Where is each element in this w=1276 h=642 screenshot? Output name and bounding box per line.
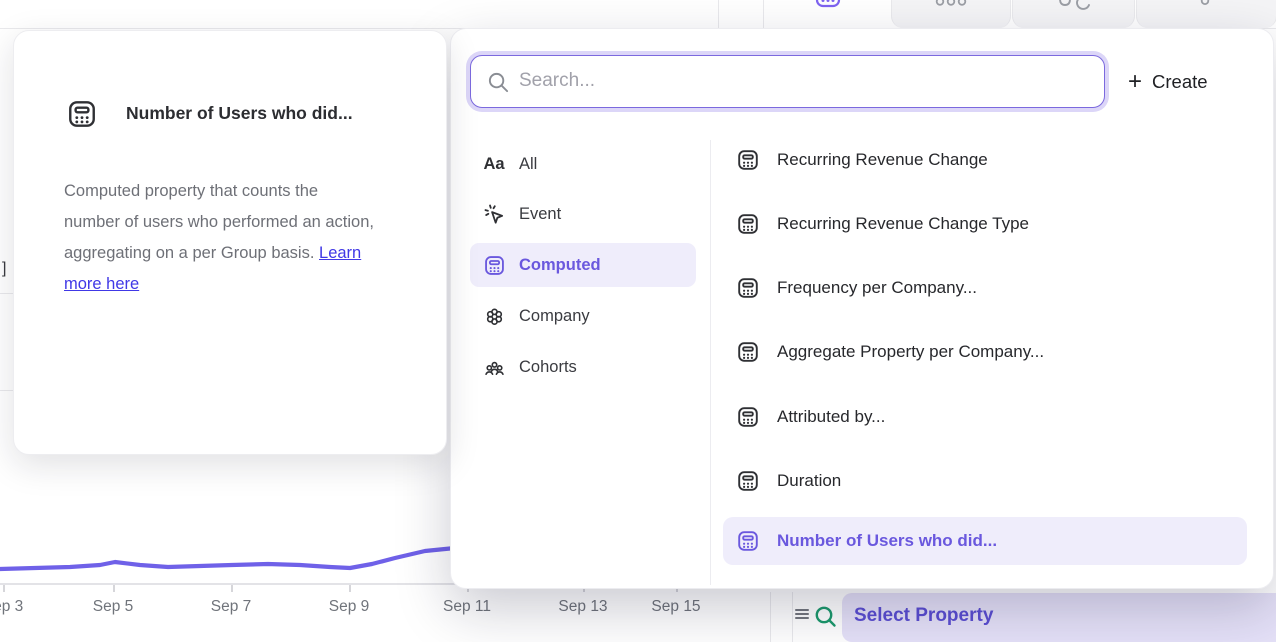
app-root: Sep 3 Sep 5 Sep 7 Sep 9 Sep 11 Sep 13 Sep 15 ]… <box>0 0 1276 642</box>
result-label: Duration <box>777 471 841 491</box>
left-panel-divider <box>0 293 13 294</box>
create-button-label: Create <box>1152 71 1208 93</box>
panel-divider <box>770 592 771 642</box>
learn-more-link[interactable]: Learn <box>319 244 361 262</box>
result-row[interactable]: Duration <box>723 457 1247 505</box>
calculator-icon <box>736 340 760 364</box>
result-label: Frequency per Company... <box>777 278 977 298</box>
left-panel-text-fragment: ] <box>2 260 6 278</box>
curve-icon <box>1056 0 1092 11</box>
result-row[interactable]: Recurring Revenue Change Type <box>723 200 1247 248</box>
tab-retention-view[interactable] <box>1012 0 1135 28</box>
drag-handle-icon[interactable] <box>795 609 809 625</box>
panel-divider <box>792 592 793 642</box>
search-icon <box>487 71 510 94</box>
line-chart <box>0 540 460 590</box>
axis-label: Sep 9 <box>329 597 370 617</box>
result-row[interactable]: Frequency per Company... <box>723 264 1247 312</box>
category-label: Company <box>519 307 590 326</box>
calculator-icon <box>482 253 506 277</box>
category-event[interactable]: Event <box>470 192 696 236</box>
select-property-label: Select Property <box>854 605 993 627</box>
result-label: Attributed by... <box>777 407 885 427</box>
left-panel-divider <box>0 390 13 391</box>
calculator-icon <box>66 98 98 130</box>
axis-label: Sep 13 <box>558 597 607 617</box>
circles-icon <box>934 0 970 9</box>
magic-cursor-icon <box>482 202 506 226</box>
tab-bar-chart-view[interactable] <box>891 0 1011 28</box>
search-input[interactable] <box>519 56 1089 106</box>
category-cohorts[interactable]: Cohorts <box>470 345 696 389</box>
category-label: Event <box>519 205 561 224</box>
plus-icon: + <box>1128 67 1142 97</box>
people-group-icon <box>482 355 506 379</box>
result-row[interactable]: Attributed by... <box>723 393 1247 441</box>
tab-computed-view[interactable] <box>763 0 891 28</box>
company-cluster-icon <box>482 304 506 328</box>
select-property-field[interactable]: Select Property <box>842 593 1276 642</box>
tooltip-description: Computed property that counts the number… <box>64 176 434 300</box>
result-label: Aggregate Property per Company... <box>777 342 1044 362</box>
calculator-icon <box>736 148 760 172</box>
calculator-icon <box>736 276 760 300</box>
result-row[interactable]: Aggregate Property per Company... <box>723 328 1247 376</box>
property-search-icon <box>813 604 839 630</box>
result-row-selected[interactable]: Number of Users who did... <box>723 517 1247 565</box>
calculator-icon <box>736 469 760 493</box>
axis-label: Sep 15 <box>651 597 700 617</box>
result-row[interactable]: Recurring Revenue Change <box>723 136 1247 184</box>
category-computed[interactable]: Computed <box>470 243 696 287</box>
learn-more-link[interactable]: more here <box>64 275 139 293</box>
picker-divider <box>710 140 711 585</box>
axis-label: Sep 11 <box>443 597 491 617</box>
calculator-icon <box>736 529 760 553</box>
tooltip-title: Number of Users who did... <box>126 103 353 124</box>
category-all[interactable]: Aa All <box>470 142 696 186</box>
result-label: Recurring Revenue Change Type <box>777 214 1029 234</box>
tab-profile-view[interactable] <box>1136 0 1276 28</box>
axis-label: Sep 3 <box>0 597 23 617</box>
calculator-icon <box>814 0 842 10</box>
axis-label: Sep 7 <box>211 597 252 617</box>
result-label: Recurring Revenue Change <box>777 150 988 170</box>
create-button[interactable]: + Create <box>1128 66 1208 98</box>
category-label: Cohorts <box>519 358 577 377</box>
aa-text-icon: Aa <box>482 152 506 176</box>
result-label: Number of Users who did... <box>777 531 997 551</box>
view-tab-bar <box>718 0 1276 28</box>
person-icon <box>1199 0 1211 7</box>
calculator-icon <box>736 405 760 429</box>
calculator-icon <box>736 212 760 236</box>
category-label: Computed <box>519 256 601 275</box>
search-field[interactable] <box>470 55 1105 108</box>
property-tooltip-card: Number of Users who did... Computed prop… <box>13 30 447 455</box>
axis-label: Sep 5 <box>93 597 134 617</box>
category-label: All <box>519 155 537 174</box>
category-company[interactable]: Company <box>470 294 696 338</box>
